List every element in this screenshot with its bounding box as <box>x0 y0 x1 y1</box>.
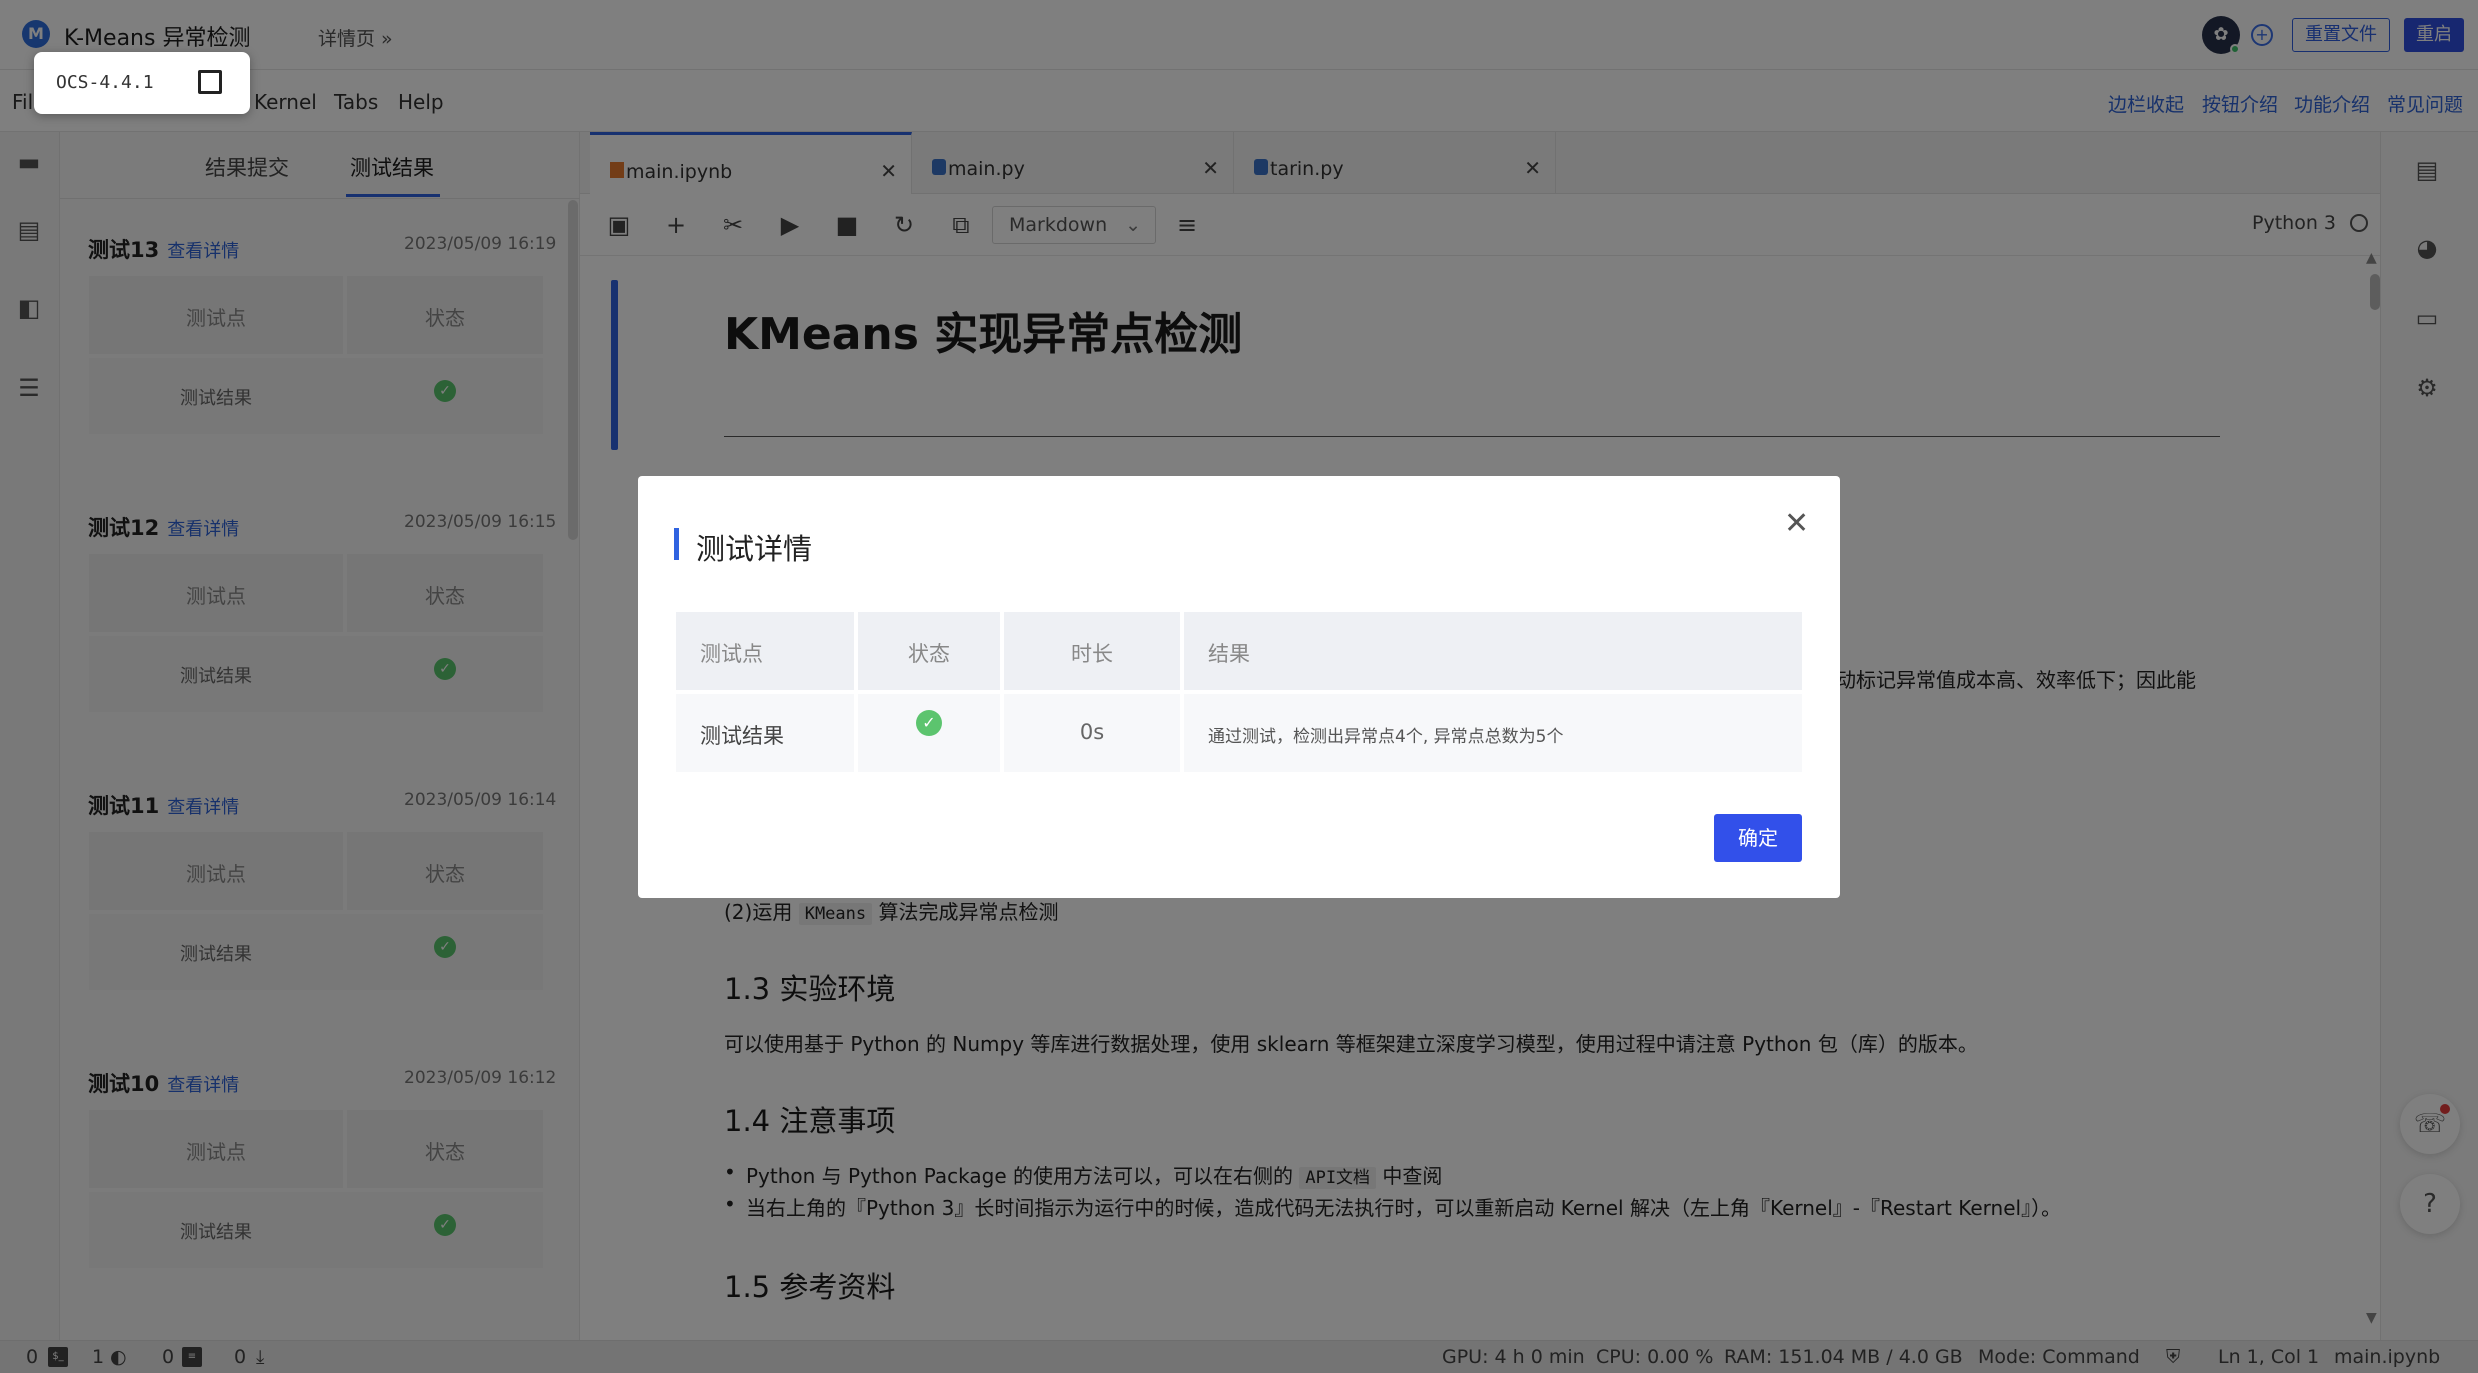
maximize-icon[interactable] <box>198 70 222 94</box>
ocs-popup: OCS-4.4.1 <box>34 52 250 114</box>
check-icon: ✓ <box>916 710 942 736</box>
result-value: 通过测试，检测出异常点4个, 异常点总数为5个 <box>1208 727 1564 747</box>
ocs-version-label: OCS-4.4.1 <box>56 72 154 93</box>
column-header-status: 状态 <box>908 642 950 666</box>
dialog-title: 测试详情 <box>696 532 813 566</box>
title-accent-bar <box>674 528 679 560</box>
details-table: 测试点 状态 时长 结果 测试结果 ✓ 0s 通过测试，检测出异常点4个, 异常… <box>676 612 1802 772</box>
table-header-cell <box>1184 612 1802 690</box>
test-details-dialog: 测试详情 ✕ 测试点 状态 时长 结果 测试结果 ✓ 0s 通过测试，检测出异常… <box>638 476 1840 898</box>
column-header-result: 结果 <box>1208 642 1250 666</box>
duration-value: 0s <box>1079 720 1105 744</box>
test-point-value: 测试结果 <box>700 724 784 748</box>
confirm-button[interactable]: 确定 <box>1714 814 1802 862</box>
column-header-duration: 时长 <box>1071 642 1113 666</box>
column-header-point: 测试点 <box>700 642 763 666</box>
close-icon[interactable]: ✕ <box>1784 506 1809 541</box>
